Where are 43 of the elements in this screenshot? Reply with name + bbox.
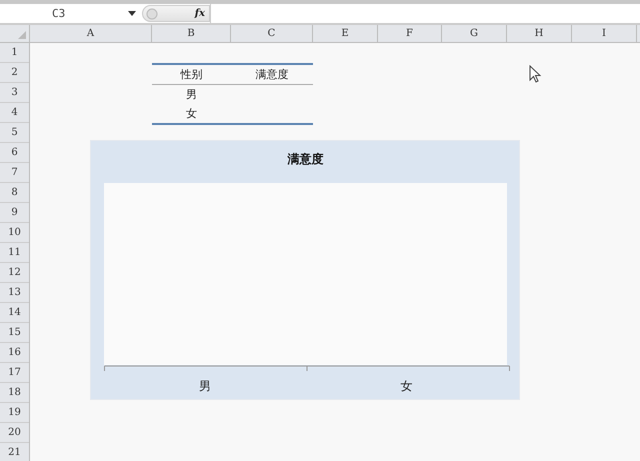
row-header[interactable]: 9 bbox=[0, 203, 29, 223]
row-header[interactable]: 1 bbox=[0, 43, 29, 63]
row-header[interactable]: 14 bbox=[0, 303, 29, 323]
row-header[interactable]: 6 bbox=[0, 143, 29, 163]
mouse-cursor-icon bbox=[529, 65, 542, 83]
caret-icon bbox=[128, 11, 136, 16]
select-all-triangle-icon[interactable] bbox=[18, 31, 26, 39]
row-header[interactable]: 19 bbox=[0, 403, 29, 423]
row-header[interactable]: 16 bbox=[0, 343, 29, 363]
axis-label: 女 bbox=[400, 379, 412, 393]
column-header[interactable]: E bbox=[313, 25, 378, 42]
insert-function-button[interactable]: fx bbox=[194, 8, 205, 19]
row-header[interactable]: 3 bbox=[0, 83, 29, 103]
header-cell-text: 性别 bbox=[179, 67, 204, 83]
row-header[interactable]: 7 bbox=[0, 163, 29, 183]
table-cell-text: 女 bbox=[185, 106, 198, 122]
table-cell-text: 男 bbox=[185, 87, 198, 103]
header-cell-text: 满意度 bbox=[254, 67, 290, 83]
row-header[interactable]: 13 bbox=[0, 283, 29, 303]
row-header[interactable]: 12 bbox=[0, 263, 29, 283]
row-header[interactable]: 17 bbox=[0, 363, 29, 383]
row-header[interactable]: 21 bbox=[0, 443, 29, 461]
column-header[interactable]: C bbox=[231, 25, 313, 42]
chart-title: 满意度 bbox=[286, 151, 324, 168]
name-box[interactable]: C3 bbox=[0, 4, 142, 23]
column-header[interactable]: H bbox=[507, 25, 572, 42]
axis-label: 男 bbox=[198, 379, 211, 393]
row-header[interactable]: 18 bbox=[0, 383, 29, 403]
row-header[interactable]: 20 bbox=[0, 423, 29, 443]
row-header[interactable]: 5 bbox=[0, 123, 29, 143]
chart-area[interactable]: 满意度 男 女 bbox=[90, 140, 520, 400]
column-header[interactable]: A bbox=[30, 25, 152, 42]
row-header[interactable]: 2 bbox=[0, 63, 29, 83]
row-header[interactable]: 11 bbox=[0, 243, 29, 263]
column-header[interactable]: F bbox=[378, 25, 442, 42]
row-header[interactable]: 15 bbox=[0, 323, 29, 343]
row-header[interactable]: 4 bbox=[0, 103, 29, 123]
column-header[interactable]: G bbox=[442, 25, 507, 42]
column-header[interactable]: B bbox=[152, 25, 231, 42]
cancel-icon[interactable] bbox=[146, 8, 158, 20]
row-header[interactable]: 8 bbox=[0, 183, 29, 203]
row-header[interactable]: 10 bbox=[0, 223, 29, 243]
column-header[interactable]: I bbox=[572, 25, 637, 42]
